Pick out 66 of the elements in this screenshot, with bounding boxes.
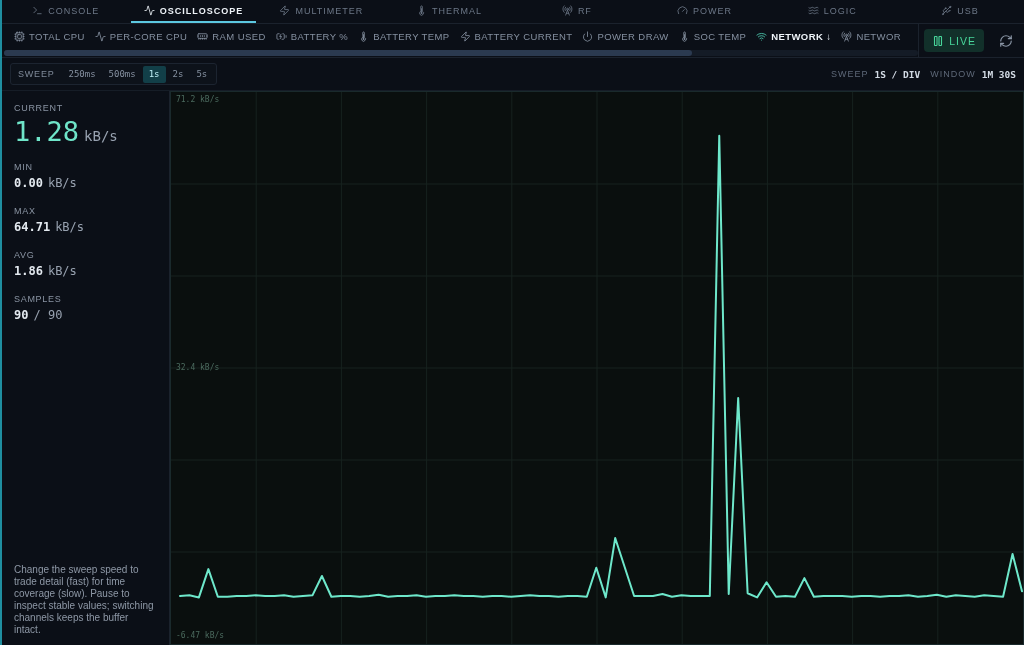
sweep-option[interactable]: 500ms [102, 65, 142, 83]
tab[interactable]: RF [548, 0, 605, 23]
tab[interactable]: MULTIMETER [266, 0, 377, 23]
live-button[interactable]: LIVE [924, 29, 984, 52]
pause-icon [932, 34, 945, 47]
lightning-icon [279, 5, 291, 16]
stat-value: 0.00 [14, 176, 43, 191]
sweep-option[interactable]: 2s [166, 65, 190, 83]
stat-value: 90 [14, 308, 29, 323]
stat-unit: kB/s [55, 220, 85, 235]
channel-tab[interactable]: TOTAL CPU [14, 31, 85, 42]
axis-label: 32.4 kB/s [176, 363, 220, 373]
channel-tab[interactable]: NETWORK ↓ [756, 31, 832, 42]
antenna-icon [841, 31, 853, 42]
channel-tab[interactable]: NETWOR [841, 31, 901, 42]
readout-label: WINDOW [930, 69, 976, 79]
stat-value: 1.86 [14, 264, 43, 279]
antenna-icon [561, 5, 573, 16]
channel-tab[interactable]: BATTERY % [275, 31, 349, 42]
channel-tab[interactable]: PER-CORE CPU [94, 31, 188, 42]
gauge-icon [677, 5, 689, 16]
sweep-option[interactable]: 5s [190, 65, 214, 83]
channel-tab[interactable]: POWER DRAW [582, 31, 669, 42]
stat-unit: kB/s [84, 129, 118, 144]
lightning-icon [459, 31, 471, 42]
refresh-icon [999, 33, 1013, 48]
memory-icon [197, 31, 209, 42]
activity-icon [94, 31, 106, 42]
battery-icon [275, 31, 287, 42]
channel-tab[interactable]: BATTERY CURRENT [459, 31, 573, 42]
cpu-icon [14, 31, 25, 42]
power-icon [582, 31, 594, 42]
tab[interactable]: POWER [664, 0, 746, 23]
tab[interactable]: THERMAL [403, 0, 496, 23]
stat-value: 1.28 [14, 117, 80, 147]
stat-label: SAMPLES [14, 293, 63, 305]
terminal-icon [32, 5, 44, 16]
sweep-option[interactable]: 1s [142, 65, 166, 83]
stat-label: MAX [14, 205, 37, 217]
channel-tab[interactable]: RAM USED [197, 31, 266, 42]
stat-unit: / 90 [33, 308, 63, 323]
readout-value: 1S / DIV [874, 68, 921, 80]
stat-label: CURRENT [14, 102, 64, 114]
horizontal-scrollbar[interactable] [4, 50, 919, 56]
readout-label: SWEEP [830, 69, 869, 79]
tab[interactable]: LOGIC [794, 0, 870, 23]
channel-tab[interactable]: SOC TEMP [678, 31, 747, 42]
sweep-option[interactable]: 250ms [62, 65, 102, 83]
sweep-label: SWEEP [18, 69, 55, 79]
tab[interactable]: USB [928, 0, 992, 23]
axis-label: -6.47 kB/s [176, 631, 225, 641]
waves-icon [807, 5, 819, 16]
stat-label: AVG [14, 249, 36, 261]
activity-icon [143, 5, 155, 16]
help-text: Change the sweep speed to trade detail (fast) for time coverage (slow). Pause to inspect stable values; switching channels keeps the buffer intact. [14, 564, 155, 636]
stat-unit: kB/s [47, 176, 77, 191]
axis-label: 71.2 kB/s [176, 95, 220, 105]
stat-label: MIN [14, 161, 34, 173]
stat-unit: kB/s [47, 264, 77, 279]
stat-value: 64.71 [14, 220, 51, 235]
tab[interactable]: CONSOLE [19, 0, 113, 23]
refresh-button[interactable] [999, 33, 1013, 48]
channel-tab[interactable]: BATTERY TEMP [358, 31, 450, 42]
usb-icon [941, 5, 953, 16]
wifi-icon [756, 31, 768, 42]
readout-value: 1M 30S [981, 68, 1016, 80]
